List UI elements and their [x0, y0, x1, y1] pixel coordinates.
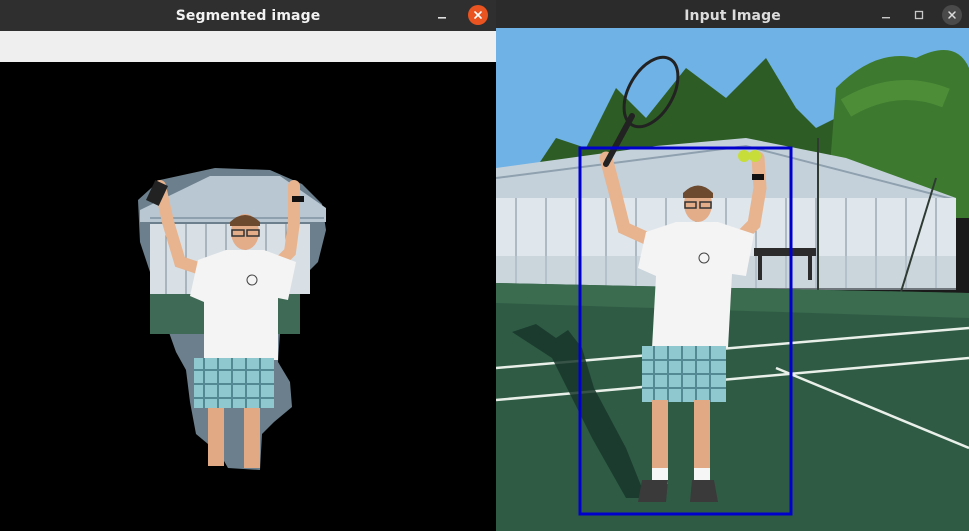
segmented-image-window: Segmented image	[0, 0, 496, 531]
close-button[interactable]	[468, 5, 488, 25]
input-image-window: Input Image	[496, 0, 969, 531]
minimize-icon	[438, 17, 446, 19]
minimize-button[interactable]	[432, 5, 452, 25]
minimize-button-input[interactable]	[876, 5, 896, 25]
desktop: Segmented image Input Image	[0, 0, 969, 531]
segmented-titlebar[interactable]: Segmented image	[0, 0, 496, 31]
input-window-title: Input Image	[684, 7, 781, 24]
segmented-window-title: Segmented image	[175, 7, 321, 24]
input-titlebar[interactable]: Input Image	[496, 0, 969, 31]
segmented-image-canvas	[0, 62, 496, 531]
close-icon	[948, 11, 956, 19]
image-toolbar	[0, 31, 496, 63]
close-icon	[474, 11, 482, 19]
maximize-button-input[interactable]	[909, 5, 929, 25]
close-button-input[interactable]	[942, 5, 962, 25]
input-image-canvas	[496, 28, 969, 531]
maximize-icon	[914, 10, 924, 20]
input-photo	[496, 28, 969, 531]
segmented-image	[0, 62, 496, 531]
minimize-icon	[882, 17, 890, 19]
